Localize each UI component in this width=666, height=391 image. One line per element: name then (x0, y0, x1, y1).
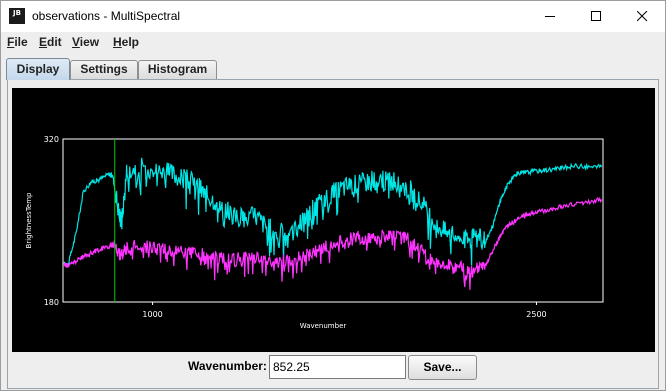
spectrum-chart[interactable]: 1000 2500 180 320 Wavenumber BrightnessTemp (12, 88, 655, 352)
wavenumber-label: Wavenumber: (188, 359, 267, 373)
app-logo-icon: JB (9, 8, 25, 24)
wavenumber-input[interactable]: 852.25 (269, 355, 406, 379)
minimize-icon (545, 16, 555, 17)
close-icon (637, 11, 648, 22)
tab-histogram[interactable]: Histogram (138, 60, 217, 79)
close-button[interactable] (619, 1, 665, 32)
plot-frame (62, 138, 604, 303)
spectrum-plot[interactable]: 1000 2500 180 320 Wavenumber BrightnessTemp (12, 88, 655, 352)
menu-bar: File Edit View Help (1, 32, 665, 54)
series-line-1 (63, 196, 603, 290)
app-window: JB observations - MultiSpectral File Edi… (0, 0, 666, 391)
x-axis-label: Wavenumber (300, 322, 347, 330)
maximize-icon (591, 11, 601, 21)
window-title: observations - MultiSpectral (32, 9, 181, 23)
minimize-button[interactable] (527, 1, 573, 32)
y-axis-label: BrightnessTemp (25, 192, 33, 248)
app-logo-text: JB (13, 9, 21, 17)
menu-file[interactable]: File (7, 35, 28, 49)
menu-view[interactable]: View (72, 35, 99, 49)
x-tick-label: 2500 (526, 310, 546, 319)
tab-settings[interactable]: Settings (70, 60, 138, 79)
title-bar[interactable]: JB observations - MultiSpectral (1, 1, 665, 32)
maximize-button[interactable] (573, 1, 619, 32)
tab-display[interactable]: Display (6, 58, 70, 80)
save-button[interactable]: Save... (408, 355, 477, 380)
menu-edit[interactable]: Edit (39, 35, 62, 49)
menu-help[interactable]: Help (113, 35, 139, 49)
series-line-0 (63, 157, 603, 269)
x-tick-label: 1000 (142, 310, 162, 319)
y-tick-label: 180 (44, 298, 59, 307)
y-tick-label: 320 (44, 135, 59, 144)
